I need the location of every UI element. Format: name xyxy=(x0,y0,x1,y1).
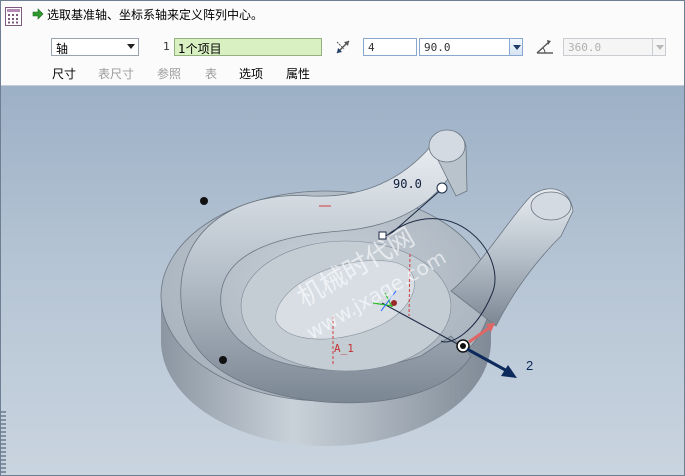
angle-range-icon[interactable] xyxy=(535,37,555,57)
angle-dimension[interactable]: 90.0 xyxy=(393,177,422,191)
axis-label: A_1 xyxy=(334,342,354,355)
chevron-down-icon xyxy=(656,45,664,50)
angle-increment-value: 90.0 xyxy=(424,41,451,54)
tab-table: 表 xyxy=(205,67,218,81)
member-count-value: 4 xyxy=(368,41,375,54)
angle-increment-field[interactable]: 90.0 xyxy=(419,38,510,56)
drag-handle[interactable] xyxy=(436,182,448,194)
flip-direction-icon[interactable] xyxy=(334,36,354,56)
total-angle-value: 360.0 xyxy=(568,41,602,54)
chevron-down-icon xyxy=(513,45,521,50)
model-view: A_1 90.0 2 机械时代网 www.jxage.com xyxy=(160,129,574,446)
app-window: 选取基准轴、坐标系轴来定义阵列中心。 轴 1 1个项目 4 90.0 360.0… xyxy=(0,0,685,476)
total-angle-field: 360.0 xyxy=(563,38,653,56)
reference-index: 1 xyxy=(163,40,170,53)
member-count-field[interactable]: 4 xyxy=(363,38,417,56)
chevron-down-icon xyxy=(127,44,135,49)
pattern-member-dot[interactable] xyxy=(219,356,227,364)
tab-references: 参照 xyxy=(157,67,182,81)
total-angle-dropdown xyxy=(652,38,666,56)
pattern-type-value: 轴 xyxy=(56,42,69,56)
pattern-type-select[interactable]: 轴 xyxy=(51,38,139,56)
prompt-message: 选取基准轴、坐标系轴来定义阵列中心。 xyxy=(47,8,264,22)
graphics-viewport[interactable]: A_1 90.0 2 机械时代网 www.jxage.com xyxy=(1,86,684,475)
resize-grip[interactable] xyxy=(1,411,6,475)
tab-options[interactable]: 选项 xyxy=(239,65,263,82)
pattern-member-dot[interactable] xyxy=(200,197,208,205)
pattern-grid-icon[interactable] xyxy=(5,7,22,26)
angle-dimension-text[interactable]: 90.0 xyxy=(393,177,422,191)
tab-dimensions[interactable]: 尺寸 xyxy=(52,65,76,82)
angle-increment-dropdown[interactable] xyxy=(509,38,523,56)
reference-collector-value: 1个项目 xyxy=(178,42,222,56)
direction-label: 2 xyxy=(526,358,533,373)
tab-table-dimensions: 表尺寸 xyxy=(98,67,135,81)
prompt-arrow-icon xyxy=(32,8,44,20)
reference-collector[interactable]: 1个项目 xyxy=(174,38,322,56)
tab-properties[interactable]: 属性 xyxy=(286,65,310,82)
pattern-dashboard: 选取基准轴、坐标系轴来定义阵列中心。 轴 1 1个项目 4 90.0 360.0… xyxy=(1,1,684,86)
